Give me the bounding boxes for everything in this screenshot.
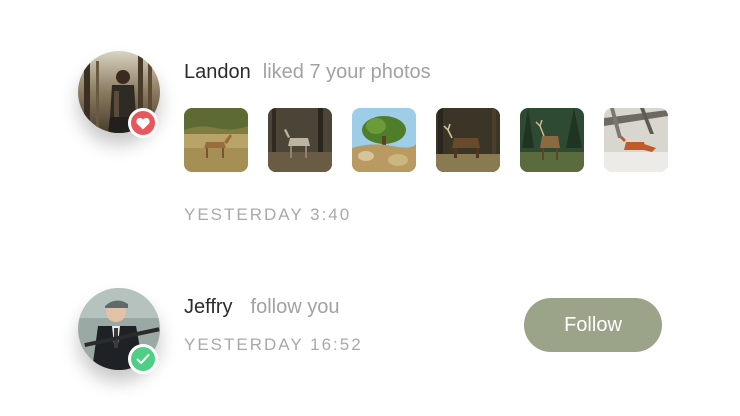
- photo-thumbnails: [184, 108, 668, 172]
- follow-button[interactable]: Follow: [524, 298, 662, 352]
- heart-icon: [128, 108, 158, 138]
- avatar-jeffry[interactable]: [78, 288, 160, 374]
- notification-text: Landon liked 7 your photos: [184, 61, 431, 84]
- notifications-feed: Landon liked 7 your photos YESTERDAY 3:4…: [0, 0, 740, 416]
- notification-text: Jeffry follow you: [184, 296, 339, 319]
- timestamp: YESTERDAY 16:52: [184, 335, 363, 354]
- action-text: liked 7 your photos: [262, 61, 431, 83]
- avatar-landon[interactable]: [78, 51, 160, 138]
- photo-thumbnail[interactable]: [604, 108, 668, 172]
- photo-thumbnail[interactable]: [268, 108, 332, 172]
- notification-item: Landon liked 7 your photos YESTERDAY 3:4…: [0, 0, 740, 250]
- photo-thumbnail[interactable]: [184, 108, 248, 172]
- user-name[interactable]: Landon: [184, 61, 251, 83]
- timestamp: YESTERDAY 3:40: [184, 205, 352, 224]
- photo-thumbnail[interactable]: [436, 108, 500, 172]
- notification-item: Jeffry follow you YESTERDAY 16:52 Follow: [0, 250, 740, 416]
- photo-thumbnail[interactable]: [352, 108, 416, 172]
- action-text: follow you: [250, 296, 340, 318]
- photo-thumbnail[interactable]: [520, 108, 584, 172]
- user-name[interactable]: Jeffry: [184, 296, 233, 318]
- check-icon: [128, 344, 158, 374]
